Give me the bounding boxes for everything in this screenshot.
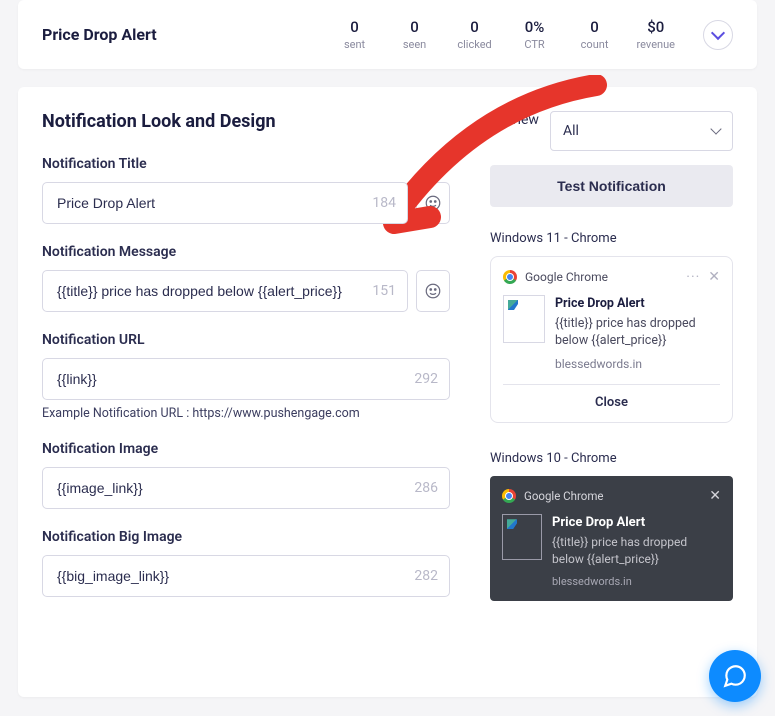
stat-seen: 0 seen: [397, 18, 433, 51]
browser-name: Google Chrome: [525, 270, 686, 284]
notification-preview-win10: Google Chrome ✕ Price Drop Alert {{title…: [490, 476, 733, 601]
field-notification-image: Notification Image 286: [42, 441, 450, 509]
stat-clicked: 0 clicked: [457, 18, 493, 51]
label-notification-title: Notification Title: [42, 156, 450, 172]
notification-url-input[interactable]: [42, 358, 450, 400]
notification-preview-message: {{title}} price has dropped below {{aler…: [552, 534, 721, 568]
label-notification-url: Notification URL: [42, 332, 450, 348]
notification-preview-title: Price Drop Alert: [555, 295, 720, 313]
broken-image-icon: [502, 514, 542, 560]
char-count: 282: [414, 568, 438, 584]
smile-icon: [424, 282, 442, 300]
os-label-win10: Windows 10 - Chrome: [490, 451, 733, 466]
select-value: All: [563, 123, 579, 139]
notification-message-input[interactable]: [42, 270, 408, 312]
field-notification-title: Notification Title 184: [42, 156, 450, 224]
label-notification-big-image: Notification Big Image: [42, 529, 450, 545]
campaign-stats: 0 sent 0 seen 0 clicked 0% CTR 0 count $…: [337, 18, 675, 51]
help-fab-button[interactable]: [709, 650, 761, 702]
char-count: 151: [372, 283, 396, 299]
campaign-header: Price Drop Alert 0 sent 0 seen 0 clicked…: [18, 0, 757, 69]
notification-preview-domain: blessedwords.in: [555, 356, 720, 373]
collapse-button[interactable]: [703, 20, 733, 50]
field-notification-url: Notification URL 292 Example Notificatio…: [42, 332, 450, 421]
stat-count: 0 count: [577, 18, 613, 51]
char-count: 292: [414, 371, 438, 387]
more-icon[interactable]: ···: [686, 269, 700, 285]
os-label-win11: Windows 11 - Chrome: [490, 231, 733, 246]
preview-select[interactable]: All: [550, 111, 733, 151]
chrome-icon: [503, 270, 517, 284]
field-notification-big-image: Notification Big Image 282: [42, 529, 450, 597]
emoji-button[interactable]: [416, 182, 450, 224]
notification-title-input[interactable]: [42, 182, 408, 224]
stat-sent: 0 sent: [337, 18, 373, 51]
close-icon[interactable]: ✕: [709, 488, 721, 504]
notification-preview-domain: blessedwords.in: [552, 574, 721, 589]
stat-revenue: $0 revenue: [637, 18, 675, 51]
url-helper-text: Example Notification URL : https://www.p…: [42, 406, 450, 421]
smile-icon: [424, 194, 442, 212]
char-count: 184: [372, 195, 396, 211]
char-count: 286: [414, 480, 438, 496]
label-notification-message: Notification Message: [42, 244, 450, 260]
preview-label: Preview: [490, 111, 542, 129]
close-button[interactable]: Close: [503, 384, 720, 410]
label-notification-image: Notification Image: [42, 441, 450, 457]
notification-preview-win11: Google Chrome ··· ✕ Price Drop Alert {{t…: [490, 256, 733, 423]
chrome-icon: [502, 489, 516, 503]
notification-preview-message: {{title}} price has dropped below {{aler…: [555, 315, 720, 350]
notification-preview-title: Price Drop Alert: [552, 514, 721, 532]
emoji-button[interactable]: [416, 270, 450, 312]
stat-ctr: 0% CTR: [517, 18, 553, 51]
chevron-down-icon: [710, 123, 721, 134]
chevron-down-icon: [711, 25, 725, 39]
field-notification-message: Notification Message 151: [42, 244, 450, 312]
campaign-title: Price Drop Alert: [42, 25, 157, 44]
test-notification-button[interactable]: Test Notification: [490, 165, 733, 207]
section-heading: Notification Look and Design: [42, 111, 450, 132]
close-icon[interactable]: ✕: [708, 269, 720, 285]
chat-icon: [722, 663, 748, 689]
notification-image-input[interactable]: [42, 467, 450, 509]
notification-big-image-input[interactable]: [42, 555, 450, 597]
broken-image-icon: [503, 295, 545, 343]
design-panel: Notification Look and Design Notificatio…: [18, 87, 757, 697]
browser-name: Google Chrome: [524, 489, 709, 503]
